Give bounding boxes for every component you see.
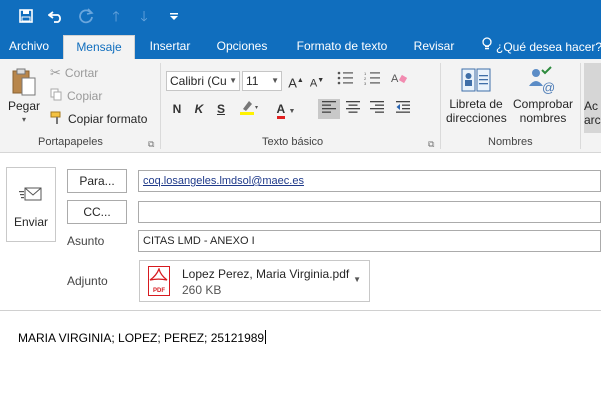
group-separator: [160, 63, 161, 149]
cut-off-label-line1: Ac: [584, 99, 599, 113]
send-button[interactable]: Enviar: [6, 167, 56, 242]
font-size-combo[interactable]: 11 ▼: [242, 71, 282, 91]
decrease-indent-icon[interactable]: [392, 99, 414, 119]
shrink-font-icon[interactable]: A▼: [308, 71, 326, 94]
subject-field[interactable]: CITAS LMD - ANEXO I: [138, 230, 601, 252]
paste-dropdown-icon: ▾: [21, 115, 26, 124]
tab-insertar[interactable]: Insertar: [142, 35, 198, 59]
text-caret: [265, 330, 267, 344]
to-recipient[interactable]: coq.losangeles.lmdsol@maec.es: [143, 175, 304, 187]
ribbon-tab-bar: Archivo Mensaje Insertar Opciones Format…: [0, 32, 601, 59]
font-size-value: 11: [246, 74, 259, 88]
check-names-button[interactable]: @ Comprobar nombres: [510, 63, 576, 125]
tab-mensaje[interactable]: Mensaje: [63, 35, 135, 59]
check-names-icon: @: [510, 63, 576, 97]
pdf-badge: PDF: [153, 288, 165, 294]
font-name-value: Calibri (Cu: [170, 74, 227, 88]
align-right-icon[interactable]: [366, 99, 388, 119]
to-field[interactable]: coq.losangeles.lmdsol@maec.es: [138, 170, 601, 192]
brush-icon: [50, 111, 64, 128]
undo-icon[interactable]: [46, 6, 66, 26]
svg-text:▾: ▾: [255, 105, 258, 111]
subject-label: Asunto: [67, 234, 105, 248]
chevron-down-icon: ▼: [288, 108, 296, 115]
down-arrow-icon[interactable]: 🡓: [134, 6, 154, 26]
attachment-size: 260 KB: [182, 283, 222, 297]
chevron-down-icon: ▼: [229, 76, 237, 85]
underline-button[interactable]: S: [212, 99, 230, 119]
svg-text:A: A: [391, 73, 399, 85]
copy-label: Copiar: [67, 89, 103, 103]
bullet-list-icon[interactable]: [334, 71, 358, 91]
numbered-list-icon[interactable]: 123: [361, 71, 385, 91]
group-separator: [580, 63, 581, 149]
align-center-icon[interactable]: [342, 99, 364, 119]
clear-formatting-icon[interactable]: A: [388, 71, 410, 91]
group-label-portapapeles: Portapapeles: [38, 136, 103, 148]
send-label: Enviar: [13, 215, 48, 229]
attachment-name: Lopez Perez, Maria Virginia.pdf: [182, 267, 350, 281]
font-color-button[interactable]: A ▼: [272, 99, 300, 122]
cc-field[interactable]: [138, 201, 601, 223]
highlight-button[interactable]: ▾: [238, 99, 264, 121]
title-bar: 🡑 🡓: [0, 0, 601, 32]
group-separator: [440, 63, 441, 149]
align-left-icon[interactable]: [318, 99, 340, 119]
svg-text:@: @: [542, 80, 555, 94]
texto-basico-launcher-icon[interactable]: ⧉: [428, 139, 434, 150]
tab-opciones[interactable]: Opciones: [210, 35, 274, 59]
bold-button[interactable]: N: [168, 99, 186, 119]
cut-off-label-line2: arc: [584, 113, 601, 127]
font-color-glyph: A: [276, 102, 286, 119]
address-book-button[interactable]: Libreta de direcciones: [446, 63, 507, 125]
up-arrow-icon[interactable]: 🡑: [106, 6, 126, 26]
attachment-card[interactable]: PDF Lopez Perez, Maria Virginia.pdf 260 …: [139, 260, 370, 302]
tab-formato-de-texto[interactable]: Formato de texto: [290, 35, 394, 59]
ribbon: Pegar ▾ ✂ Cortar Copiar Copiar formato P…: [0, 59, 601, 153]
to-button[interactable]: Para...: [67, 169, 127, 193]
cut-button[interactable]: ✂ Cortar: [50, 63, 98, 83]
format-painter-label: Copiar formato: [68, 112, 148, 126]
pdf-icon: PDF: [148, 266, 170, 296]
scissors-icon: ✂: [50, 65, 61, 80]
address-book-label-line1: Libreta de: [449, 97, 503, 111]
clipboard-icon: [4, 63, 44, 97]
compose-divider: [0, 310, 601, 311]
customize-icon[interactable]: [164, 6, 184, 26]
message-body[interactable]: MARIA VIRGINIA; LOPEZ; PEREZ; 25121989: [18, 330, 267, 345]
tab-revisar[interactable]: Revisar: [408, 35, 460, 59]
attachment-label: Adjunto: [67, 274, 108, 288]
grow-font-icon[interactable]: A▲: [286, 71, 306, 93]
tab-archivo[interactable]: Archivo: [2, 35, 56, 59]
paste-label: Pegar: [7, 99, 41, 113]
svg-text:3: 3: [364, 81, 367, 85]
tell-me-label: ¿Qué desea hacer?: [496, 40, 601, 54]
cut-label: Cortar: [64, 66, 99, 80]
group-label-nombres: Nombres: [488, 136, 533, 148]
portapapeles-launcher-icon[interactable]: ⧉: [148, 139, 154, 150]
redo-icon[interactable]: [76, 6, 96, 26]
paste-button[interactable]: Pegar ▾: [4, 63, 44, 127]
message-body-text: MARIA VIRGINIA; LOPEZ; PEREZ; 25121989: [18, 331, 265, 345]
font-name-combo[interactable]: Calibri (Cu ▼: [166, 71, 240, 91]
save-icon[interactable]: [16, 6, 36, 26]
send-icon: [7, 186, 55, 207]
check-names-label-line1: Comprobar: [512, 97, 574, 111]
cc-button[interactable]: CC...: [67, 200, 127, 224]
copy-button[interactable]: Copiar: [50, 86, 102, 106]
cut-off-ribbon-button[interactable]: Ac arc: [584, 63, 601, 133]
address-book-label-line2: direcciones: [446, 111, 507, 125]
group-label-texto-basico: Texto básico: [262, 136, 324, 148]
attachment-menu-icon[interactable]: ▼: [353, 275, 361, 284]
chevron-down-icon: ▼: [271, 76, 279, 85]
italic-button[interactable]: K: [190, 99, 208, 119]
check-names-label-line2: nombres: [519, 111, 567, 125]
copy-icon: [50, 88, 63, 104]
address-book-icon: [446, 63, 506, 97]
lightbulb-icon: [482, 36, 492, 58]
tell-me-box[interactable]: ¿Qué desea hacer?: [482, 35, 601, 59]
format-painter-button[interactable]: Copiar formato: [50, 109, 147, 129]
